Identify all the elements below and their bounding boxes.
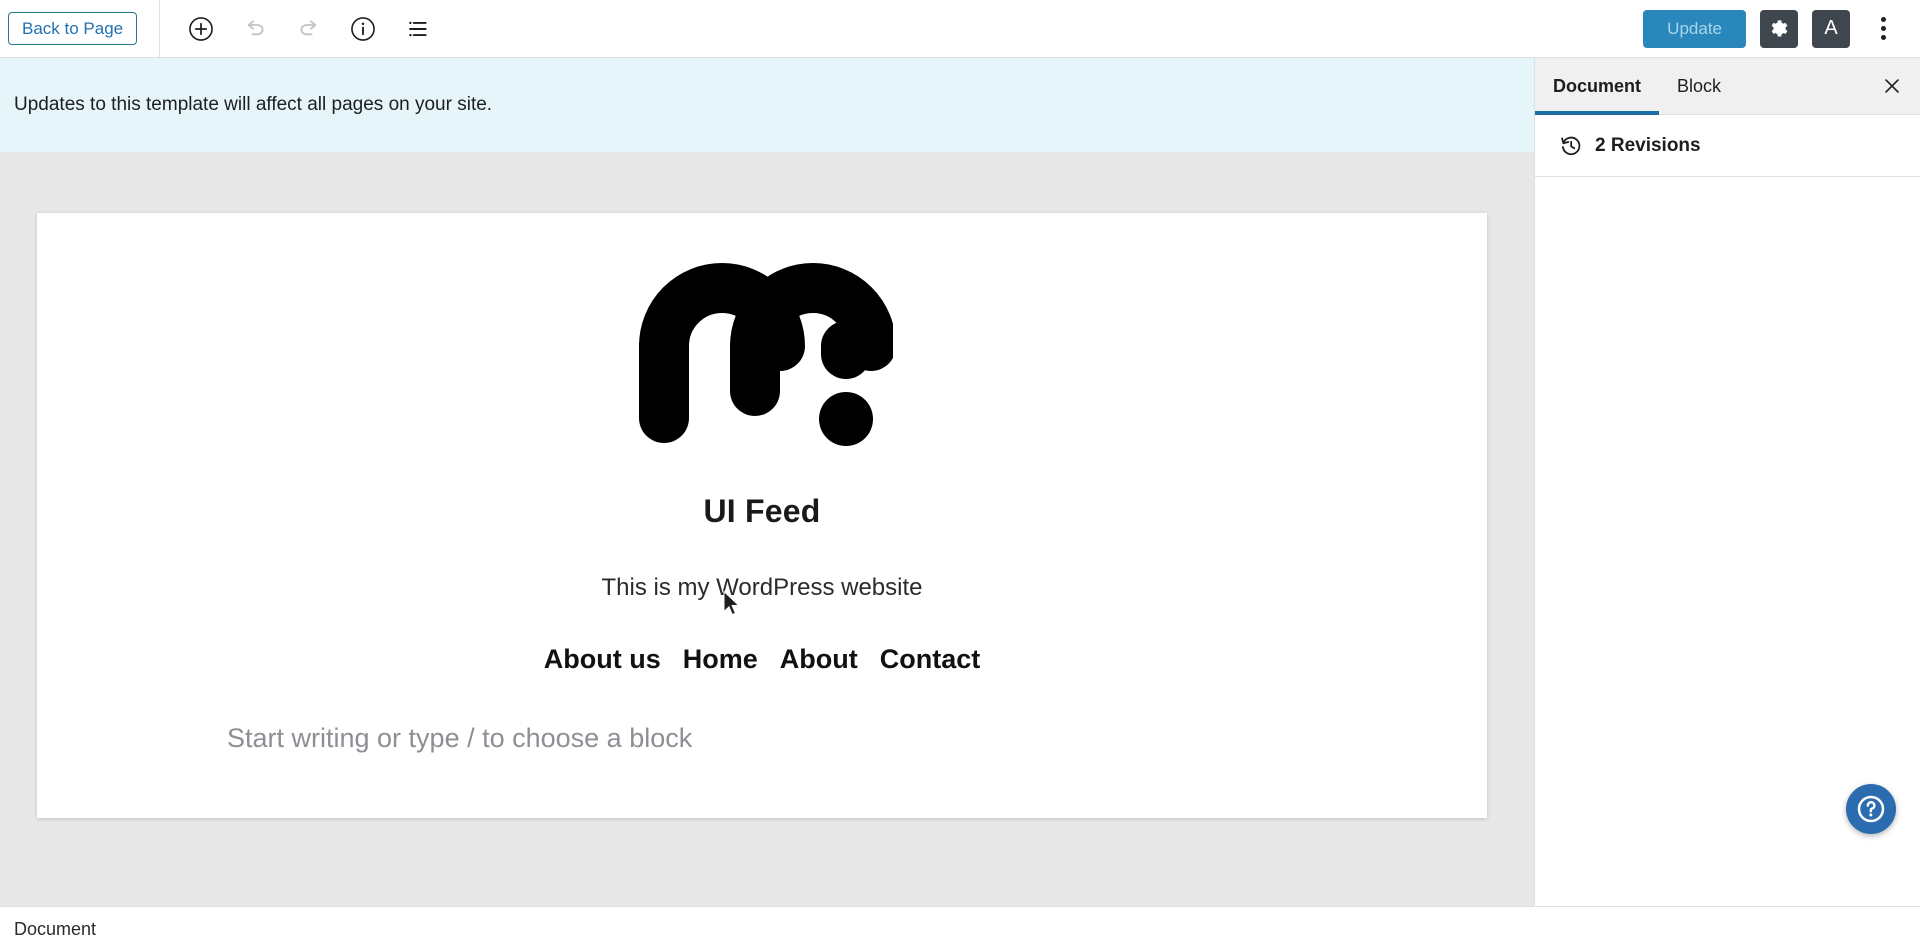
nav-item-contact[interactable]: Contact [880, 644, 981, 675]
site-logo-block[interactable] [631, 251, 896, 451]
help-button[interactable] [1846, 784, 1896, 834]
editor-column: Updates to this template will affect all… [0, 58, 1534, 906]
revisions-icon [1561, 136, 1581, 155]
update-button[interactable]: Update [1643, 9, 1746, 48]
undo-icon [247, 19, 264, 35]
redo-icon [300, 19, 317, 35]
site-logo-m-icon [639, 263, 896, 446]
gear-icon [1771, 19, 1788, 36]
settings-sidebar: Document Block 2 Revisions [1534, 58, 1920, 906]
editor-status-bar: Document [0, 906, 1920, 952]
plus-circle-icon [189, 16, 213, 41]
toolbar-right-group: Update A [1643, 8, 1920, 50]
template-notice: Updates to this template will affect all… [0, 58, 1534, 152]
toolbar-icon-group [180, 8, 438, 50]
site-header-block[interactable]: UI Feed This is my WordPress website Abo… [37, 213, 1487, 675]
styles-button[interactable]: A [1812, 9, 1850, 48]
list-view-icon [409, 21, 427, 36]
editor-canvas-area[interactable]: UI Feed This is my WordPress website Abo… [0, 152, 1534, 906]
close-icon [1885, 79, 1899, 93]
revisions-panel-row[interactable]: 2 Revisions [1535, 115, 1920, 177]
empty-block-placeholder[interactable]: Start writing or type / to choose a bloc… [37, 723, 1487, 754]
toolbar-divider [159, 0, 161, 58]
help-question-icon [1857, 795, 1885, 823]
nav-item-about[interactable]: About [780, 644, 858, 675]
tab-block[interactable]: Block [1659, 58, 1739, 114]
template-notice-text: Updates to this template will affect all… [14, 94, 493, 115]
nav-item-home[interactable]: Home [683, 644, 758, 675]
settings-button[interactable] [1760, 9, 1798, 48]
undo-button[interactable] [234, 8, 276, 50]
revisions-label: 2 Revisions [1595, 134, 1701, 156]
status-bar-label: Document [14, 919, 97, 939]
site-navigation-block[interactable]: About us Home About Contact [544, 644, 980, 675]
page-sheet[interactable]: UI Feed This is my WordPress website Abo… [37, 213, 1487, 818]
close-sidebar-button[interactable] [1864, 58, 1920, 114]
redo-button[interactable] [288, 8, 330, 50]
back-to-page-button[interactable]: Back to Page [8, 12, 138, 45]
add-block-button[interactable] [180, 8, 222, 50]
site-title[interactable]: UI Feed [704, 493, 821, 530]
kebab-dot [1880, 35, 1886, 40]
details-button[interactable] [342, 8, 384, 50]
wordpress-block-editor: Back to Page Update A Updates to this te… [0, 0, 1920, 952]
toolbar-left-group: Back to Page [0, 0, 438, 58]
site-tagline[interactable]: This is my WordPress website [602, 574, 923, 602]
kebab-dot [1880, 17, 1886, 22]
editor-body: Updates to this template will affect all… [0, 58, 1920, 906]
info-circle-icon [351, 16, 375, 41]
editor-top-toolbar: Back to Page Update A [0, 0, 1920, 58]
list-view-button[interactable] [396, 8, 438, 50]
nav-item-about-us[interactable]: About us [544, 644, 661, 675]
sidebar-tab-bar: Document Block [1535, 58, 1920, 115]
options-menu-button[interactable] [1864, 8, 1902, 50]
kebab-dot [1880, 26, 1886, 31]
tab-document[interactable]: Document [1535, 58, 1660, 115]
